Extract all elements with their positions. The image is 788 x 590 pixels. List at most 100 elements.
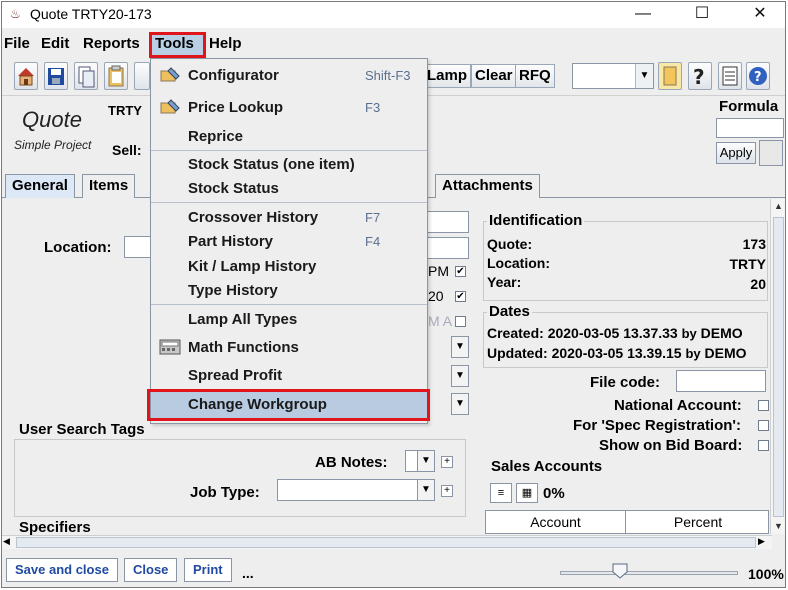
national-account-checkbox[interactable] bbox=[758, 400, 769, 411]
clear-button[interactable]: Clear bbox=[471, 64, 517, 88]
bid-board-checkbox[interactable] bbox=[758, 440, 769, 451]
year-value: 20 bbox=[750, 276, 766, 292]
file-code-field[interactable] bbox=[676, 370, 766, 392]
tab-attachments[interactable]: Attachments bbox=[435, 174, 540, 198]
created-label: Created: bbox=[487, 325, 544, 341]
account-column-header[interactable]: Account bbox=[486, 511, 626, 533]
tool-icon[interactable] bbox=[134, 62, 150, 90]
header-field-1[interactable] bbox=[427, 211, 469, 233]
updated-label: Updated: bbox=[487, 345, 548, 361]
quote-heading: Quote bbox=[22, 107, 82, 132]
percent-column-header[interactable]: Percent bbox=[627, 511, 769, 533]
document-icon[interactable] bbox=[658, 62, 682, 90]
notes-icon[interactable] bbox=[718, 62, 742, 90]
menu-item-configurator[interactable]: Configurator Shift-F3 bbox=[151, 63, 427, 87]
rfq-button[interactable]: RFQ bbox=[515, 64, 555, 88]
formula-input[interactable] bbox=[716, 118, 784, 138]
dates-title: Dates bbox=[487, 303, 532, 320]
chevron-down-icon[interactable]: ▼ bbox=[451, 393, 469, 415]
location-id-value: TRTY bbox=[729, 256, 766, 272]
more-indicator[interactable]: ... bbox=[242, 565, 254, 581]
sell-label: Sell: bbox=[112, 142, 142, 158]
svg-text:?: ? bbox=[693, 65, 705, 89]
app-icon: ♨ bbox=[10, 7, 21, 21]
scroll-left-icon[interactable]: ◀ bbox=[3, 536, 10, 547]
menu-item-kit-lamp-history[interactable]: Kit / Lamp History bbox=[151, 254, 427, 278]
vertical-scrollbar[interactable]: ▲ ▼ bbox=[770, 199, 785, 534]
pm-checkbox[interactable]: ✔ bbox=[455, 266, 466, 277]
time-pm: PM bbox=[428, 263, 449, 279]
zoom-slider-thumb[interactable] bbox=[612, 563, 628, 579]
chevron-down-icon[interactable]: ▼ bbox=[417, 479, 435, 501]
menu-item-math-functions[interactable]: Math Functions bbox=[151, 335, 427, 359]
spec-registration-checkbox[interactable] bbox=[758, 420, 769, 431]
menu-item-price-lookup[interactable]: Price Lookup F3 bbox=[151, 95, 427, 119]
copy-icon[interactable] bbox=[74, 62, 98, 90]
updated-value: 2020-03-05 13.39.15 bbox=[551, 345, 682, 361]
menu-item-stock-status-one[interactable]: Stock Status (one item) bbox=[151, 152, 427, 176]
menu-edit[interactable]: Edit bbox=[41, 35, 69, 52]
updated-user: DEMO bbox=[704, 345, 747, 361]
scroll-thumb[interactable] bbox=[773, 217, 784, 517]
menu-tools[interactable]: Tools bbox=[155, 35, 194, 52]
identification-title: Identification bbox=[487, 212, 585, 229]
user-help-icon[interactable]: ? bbox=[688, 62, 712, 90]
sales-accounts-header: Account Percent bbox=[485, 510, 769, 534]
clipboard-icon[interactable] bbox=[104, 62, 128, 90]
chevron-down-icon[interactable]: ▼ bbox=[635, 64, 653, 88]
am-checkbox[interactable] bbox=[455, 316, 466, 327]
menu-file[interactable]: File bbox=[4, 35, 30, 52]
chevron-down-icon[interactable]: ▼ bbox=[451, 336, 469, 358]
date-checkbox[interactable]: ✔ bbox=[455, 291, 466, 302]
scroll-right-icon[interactable]: ▶ bbox=[758, 536, 765, 547]
menu-help[interactable]: Help bbox=[209, 35, 242, 52]
close-button[interactable]: ✕ bbox=[737, 2, 783, 28]
maximize-button[interactable]: ☐ bbox=[679, 2, 725, 28]
chevron-down-icon[interactable]: ▼ bbox=[451, 365, 469, 387]
location-id-label: Location: bbox=[487, 255, 550, 271]
menu-item-reprice[interactable]: Reprice bbox=[151, 124, 427, 148]
created-user: DEMO bbox=[700, 325, 743, 341]
user-search-tags-title: User Search Tags bbox=[17, 421, 147, 438]
save-and-close-button[interactable]: Save and close bbox=[6, 558, 118, 582]
menu-item-crossover-history[interactable]: Crossover History F7 bbox=[151, 205, 427, 229]
print-button[interactable]: Print bbox=[184, 558, 232, 582]
tab-general[interactable]: General bbox=[5, 174, 75, 198]
tab-items[interactable]: Items bbox=[82, 174, 136, 198]
menu-item-type-history[interactable]: Type History bbox=[151, 278, 427, 302]
menu-item-lamp-all-types[interactable]: Lamp All Types bbox=[151, 307, 427, 331]
formula-notes-icon[interactable] bbox=[759, 140, 783, 166]
menu-item-part-history[interactable]: Part History F4 bbox=[151, 229, 427, 253]
add-account-icon[interactable]: ≡ bbox=[490, 483, 512, 503]
price-lookup-icon bbox=[160, 99, 180, 114]
job-type-combo[interactable] bbox=[277, 479, 435, 501]
lamp-button[interactable]: Lamp bbox=[423, 64, 472, 88]
save-icon[interactable] bbox=[44, 62, 68, 90]
apply-button[interactable]: Apply bbox=[716, 142, 756, 164]
created-row: Created: 2020-03-05 13.37.33 by DEMO bbox=[487, 325, 743, 341]
zoom-slider[interactable] bbox=[560, 571, 738, 575]
menu-reports[interactable]: Reports bbox=[83, 35, 140, 52]
change-workgroup-highlight bbox=[147, 389, 430, 421]
scroll-up-icon[interactable]: ▲ bbox=[771, 199, 785, 213]
wrench-icon bbox=[160, 67, 180, 82]
calculator-icon bbox=[159, 339, 181, 355]
header-field-2[interactable] bbox=[427, 237, 469, 259]
bottom-bar: Save and close Close Print ... 100% bbox=[2, 555, 785, 587]
menu-item-spread-profit[interactable]: Spread Profit bbox=[151, 363, 427, 387]
job-type-label: Job Type: bbox=[190, 484, 260, 501]
chevron-down-icon[interactable]: ▼ bbox=[417, 450, 435, 472]
help-icon[interactable]: ? bbox=[746, 62, 770, 90]
ab-notes-add-icon[interactable]: + bbox=[441, 456, 453, 468]
toolbar-combo[interactable]: ▼ bbox=[572, 63, 654, 89]
hscroll-thumb[interactable] bbox=[16, 537, 756, 548]
job-type-add-icon[interactable]: + bbox=[441, 485, 453, 497]
horizontal-scrollbar[interactable]: ◀ ▶ bbox=[2, 535, 772, 549]
minimize-button[interactable]: — bbox=[620, 2, 666, 28]
remove-account-icon[interactable]: ▦ bbox=[516, 483, 538, 503]
scroll-down-icon[interactable]: ▼ bbox=[771, 519, 785, 533]
created-value: 2020-03-05 13.37.33 bbox=[547, 325, 678, 341]
menu-item-stock-status[interactable]: Stock Status bbox=[151, 176, 427, 200]
close-quote-button[interactable]: Close bbox=[124, 558, 178, 582]
home-icon[interactable] bbox=[14, 62, 38, 90]
